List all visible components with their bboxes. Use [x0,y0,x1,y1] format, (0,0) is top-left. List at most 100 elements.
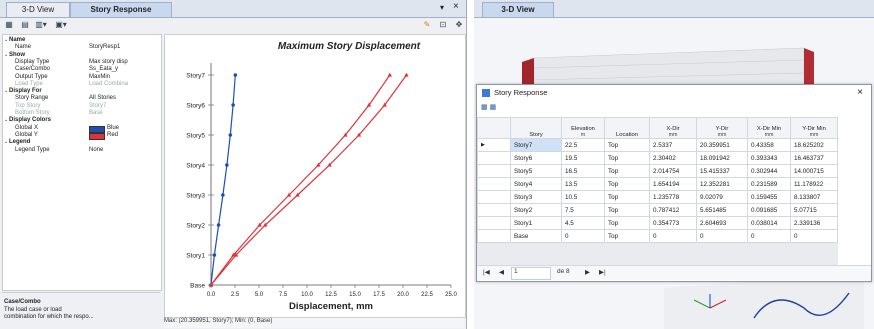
pin-dropdown-icon[interactable]: ▾ [440,3,444,12]
chart-icon[interactable]: ▤ [18,20,32,30]
collapse-icon[interactable]: ⌄ [4,139,8,146]
table-cell[interactable]: Story4 [510,177,562,191]
property-value[interactable]: Ss_Eata_y [89,66,118,73]
property-row[interactable]: Bottom Story Base [3,110,161,117]
column-header[interactable]: Elevation m [561,117,605,139]
table-cell[interactable]: 10.5 [561,190,605,204]
pan-icon[interactable]: ✥ [452,20,466,30]
table-cell[interactable]: 0.159455 [747,190,791,204]
table-row[interactable]: ▶ Story7 22.5 Top 2.5337 20.359951 0.43358 18.6… [477,138,838,152]
table-row[interactable]: Story6 19.5 Top 2.30402 18.091942 0.393343 16.… [477,151,838,165]
table-cell[interactable]: 0 [561,229,605,243]
table-row[interactable]: Story3 10.5 Top 1.235778 9.02079 0.159455 8.13… [477,190,838,204]
table-cell[interactable]: Top [604,203,650,217]
table-cell[interactable]: Top [604,164,650,178]
table-cell[interactable]: Top [604,151,650,165]
table-row[interactable]: Story4 13.5 Top 1.654194 12.352281 0.231589 11… [477,177,838,191]
table-cell[interactable]: 0.302944 [747,164,791,178]
table-cell[interactable]: 16.463737 [790,151,838,165]
collapse-icon[interactable]: ⌄ [4,52,8,59]
export-file-icon[interactable]: ▦ [490,104,497,111]
table-cell[interactable]: Story2 [510,203,562,217]
property-row[interactable]: Load Type Load Combina [3,81,161,88]
property-row[interactable]: Story Range All Stories [3,95,161,102]
property-row[interactable]: Output Type MaxMin [3,74,161,81]
property-section[interactable]: ⌄ Legend [3,139,161,146]
collapse-icon[interactable]: ⌄ [4,117,8,124]
table-cell[interactable]: 18.625202 [790,138,838,152]
property-section[interactable]: ⌄ Display For [3,88,161,95]
property-value[interactable]: Load Combina [89,81,128,88]
table-cell[interactable]: 11.178922 [790,177,838,191]
table-cell[interactable]: 0.787412 [649,203,697,217]
table-cell[interactable]: 2.30402 [649,151,697,165]
property-value[interactable]: All Stories [89,95,116,102]
tab-story-response[interactable]: Story Response [70,2,172,17]
property-value[interactable]: None [89,147,103,154]
table-cell[interactable]: Story3 [510,190,562,204]
property-row[interactable]: Display Type Max story disp [3,59,161,66]
table-cell[interactable]: 2.014754 [649,164,697,178]
next-page-button[interactable]: ▶ [585,268,590,276]
property-section[interactable]: ⌄ Show [3,52,161,59]
table-cell[interactable]: 5.651485 [696,203,748,217]
table-cell[interactable]: 0 [790,229,838,243]
table-cell[interactable]: Top [604,229,650,243]
table-cell[interactable]: 13.5 [561,177,605,191]
export-dropdown-icon[interactable]: ▥▾ [34,20,48,30]
zoom-icon[interactable]: ⊡ [436,20,450,30]
table-icon[interactable]: ▦ [2,20,16,30]
table-cell[interactable]: 2.5337 [649,138,697,152]
table-cell[interactable]: Top [604,138,650,152]
property-row[interactable]: Legend Type None [3,147,161,154]
property-value[interactable]: StoryResp1 [89,44,120,51]
last-page-button[interactable]: ▶| [599,268,606,276]
table-cell[interactable]: 8.133807 [790,190,838,204]
table-cell[interactable]: 20.359951 [696,138,748,152]
table-cell[interactable]: 7.5 [561,203,605,217]
table-cell[interactable]: 2.604693 [696,216,748,230]
property-value[interactable]: Base [89,110,103,117]
row-selector[interactable] [477,190,511,204]
table-cell[interactable]: 12.352281 [696,177,748,191]
table-cell[interactable]: 2.339136 [790,216,838,230]
tab-right-3d-view[interactable]: 3-D View [482,2,554,17]
column-header[interactable]: Y-Dir Min mm [790,117,838,139]
table-row[interactable]: Story2 7.5 Top 0.787412 5.651485 0.091685 5.07… [477,203,838,217]
table-row[interactable]: Base 0 Top 0 0 0 0 [477,229,838,243]
table-cell[interactable]: Story1 [510,216,562,230]
close-icon[interactable]: × [453,1,459,12]
property-value[interactable]: Red [107,132,118,139]
table-cell[interactable]: 9.02079 [696,190,748,204]
table-cell[interactable]: Story6 [510,151,562,165]
row-selector[interactable] [477,151,511,165]
options-dropdown-icon[interactable]: ▣▾ [54,20,68,30]
table-cell[interactable]: 18.091942 [696,151,748,165]
collapse-icon[interactable]: ⌄ [4,88,8,95]
property-value[interactable]: Max story disp [89,59,128,66]
table-row[interactable]: Story1 4.5 Top 0.354773 2.604693 0.038014 2.33… [477,216,838,230]
column-header[interactable]: Y-Dir mm [696,117,748,139]
page-number-input[interactable]: 1 [511,267,551,280]
first-page-button[interactable]: |◀ [483,268,490,276]
prev-page-button[interactable]: ◀ [499,268,504,276]
export-excel-icon[interactable]: ▦ [481,104,488,111]
table-cell[interactable]: 0.038014 [747,216,791,230]
property-row[interactable]: Global Y Red [3,132,161,140]
table-cell[interactable]: 1.235778 [649,190,697,204]
property-section[interactable]: ⌄ Display Colors [3,117,161,124]
table-cell[interactable]: 0.091685 [747,203,791,217]
pencil-icon[interactable]: ✎ [420,20,434,30]
table-row[interactable]: Story5 16.5 Top 2.014754 15.415337 0.302944 14… [477,164,838,178]
property-row[interactable]: Global X Blue [3,125,161,133]
table-cell[interactable]: 22.5 [561,138,605,152]
dialog-close-icon[interactable]: × [857,85,863,101]
table-cell[interactable]: Top [604,216,650,230]
table-cell[interactable]: 14.000715 [790,164,838,178]
table-cell[interactable]: 0.43358 [747,138,791,152]
table-cell[interactable]: 1.654194 [649,177,697,191]
property-section[interactable]: ⌄ Name [3,37,161,44]
table-cell[interactable]: 4.5 [561,216,605,230]
row-selector[interactable] [477,203,511,217]
column-header[interactable]: X-Dir Min mm [747,117,791,139]
